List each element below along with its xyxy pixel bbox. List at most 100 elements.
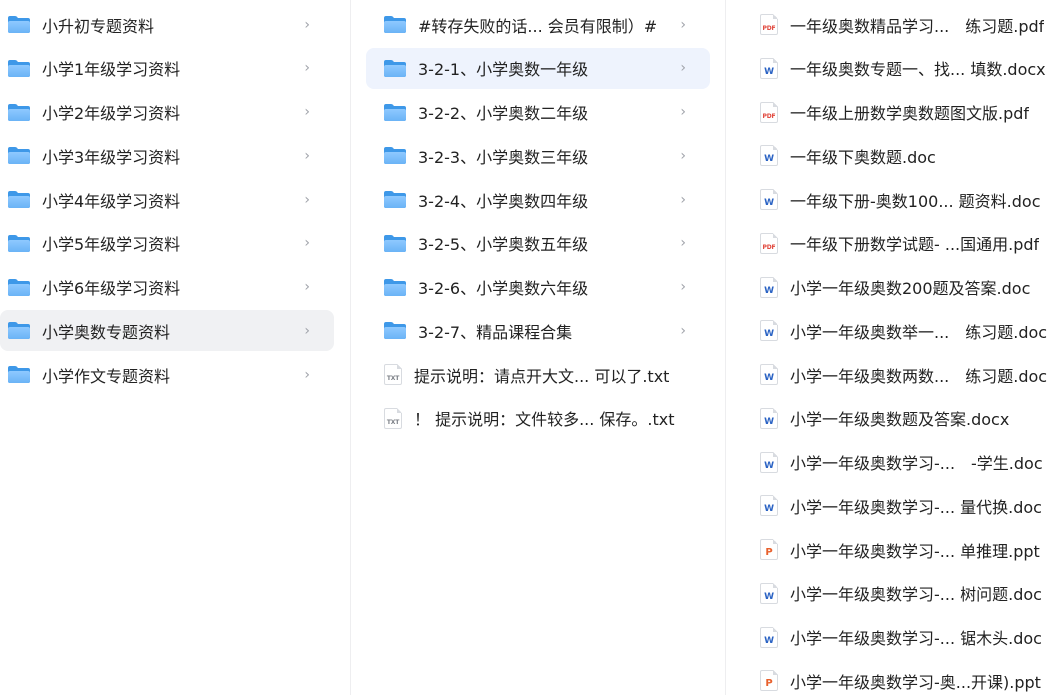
right-file-column: PDF 一年级奥数精品学习... 练习题.pdf W 一年级奥数专题一、找...…: [725, 0, 1060, 695]
file-row[interactable]: W 一年级下册-奥数100... 题资料.doc: [726, 179, 1060, 220]
file-type-tag: TXT: [386, 418, 400, 426]
folder-row-premium-courses[interactable]: 3-2-7、精品课程合集 ›: [366, 310, 710, 351]
file-row[interactable]: PDF 一年级下册数学试题- ...国通用.pdf: [726, 223, 1060, 264]
file-label: 一年级奥数专题一、找... 填数.docx: [790, 60, 1046, 80]
folder-row-olympiad-grade1-selected[interactable]: 3-2-1、小学奥数一年级 ›: [366, 47, 710, 89]
file-label: 小学一年级奥数200题及答案.doc: [790, 279, 1031, 298]
folder-row-olympiad-grade6[interactable]: 3-2-6、小学奥数六年级 ›: [366, 267, 710, 308]
folder-row-grade1[interactable]: 小学1年级学习资料 ›: [0, 48, 334, 89]
folder-label: 小学1年级学习资料: [42, 60, 181, 80]
file-row[interactable]: W 小学一年级奥数举一... 练习题.doc: [726, 310, 1060, 351]
word-file-icon: W: [760, 407, 778, 429]
chevron-right-icon: ›: [304, 322, 310, 339]
file-row[interactable]: W 小学一年级奥数200题及答案.doc: [726, 267, 1060, 308]
file-row[interactable]: P 小学一年级奥数学习-奥...开课).ppt: [726, 660, 1060, 695]
folder-row-olympiad-selected[interactable]: 小学奥数专题资料 ›: [0, 310, 334, 352]
folder-row-grade2[interactable]: 小学2年级学习资料 ›: [0, 92, 334, 133]
word-file-icon: W: [760, 626, 778, 648]
folder-icon: [8, 59, 30, 77]
file-label: 小学一年级奥数学习-奥...开课).ppt: [790, 672, 1041, 692]
file-row[interactable]: PDF 一年级奥数精品学习... 练习题.pdf: [726, 4, 1060, 45]
file-label: 小学一年级奥数学习-... 单推理.ppt: [790, 541, 1040, 561]
folder-row-olympiad-grade4[interactable]: 3-2-4、小学奥数四年级 ›: [366, 179, 710, 220]
folder-row-grade5[interactable]: 小学5年级学习资料 ›: [0, 223, 334, 264]
word-file-icon: W: [760, 145, 778, 167]
right-file-list: PDF 一年级奥数精品学习... 练习题.pdf W 一年级奥数专题一、找...…: [726, 0, 1060, 695]
chevron-right-icon: ›: [304, 60, 310, 77]
folder-row-olympiad-grade2[interactable]: 3-2-2、小学奥数二年级 ›: [366, 92, 710, 133]
file-row[interactable]: W 小学一年级奥数学习-... 量代换.doc: [726, 485, 1060, 526]
file-row[interactable]: W 小学一年级奥数学习-... 锯木头.doc: [726, 617, 1060, 658]
txt-file-icon: TXT: [384, 407, 402, 429]
folder-label: 3-2-2、小学奥数二年级: [418, 104, 589, 123]
word-file-icon: W: [760, 320, 778, 342]
file-label: 小学一年级奥数学习-... 锯木头.doc: [790, 629, 1042, 648]
folder-label: 小学6年级学习资料: [42, 279, 181, 298]
word-file-icon: W: [760, 364, 778, 385]
file-type-tag: W: [764, 416, 774, 427]
chevron-right-icon: ›: [304, 147, 310, 164]
file-row[interactable]: W 小学一年级奥数题及答案.docx: [726, 398, 1060, 439]
file-row-txt-notice-2[interactable]: TXT ！ 提示说明：文件较多... 保存。.txt: [366, 398, 710, 439]
file-row[interactable]: W 小学一年级奥数两数... 练习题.doc: [726, 354, 1060, 395]
chevron-right-icon: ›: [680, 322, 686, 339]
folder-label: 小学3年级学习资料: [42, 147, 181, 167]
ppt-file-icon: P: [760, 670, 778, 692]
file-label: 一年级上册数学奥数题图文版.pdf: [790, 104, 1030, 123]
chevron-right-icon: ›: [680, 235, 686, 252]
file-row[interactable]: W 一年级下奥数题.doc: [726, 135, 1060, 176]
folder-row-olympiad-grade5[interactable]: 3-2-5、小学奥数五年级 ›: [366, 223, 710, 264]
folder-label: #转存失败的话... 会员有限制）#: [418, 16, 658, 36]
folder-label: 小学4年级学习资料: [42, 191, 181, 211]
file-type-tag: W: [764, 285, 774, 296]
file-label: 小学一年级奥数题及答案.docx: [790, 410, 1010, 430]
chevron-right-icon: ›: [680, 147, 686, 164]
file-row[interactable]: PDF 一年级上册数学奥数题图文版.pdf: [726, 92, 1060, 133]
chevron-right-icon: ›: [304, 279, 310, 295]
folder-label: 小升初专题资料: [42, 16, 155, 36]
file-row[interactable]: P 小学一年级奥数学习-... 单推理.ppt: [726, 529, 1060, 570]
pdf-file-icon: PDF: [760, 101, 778, 123]
file-type-tag: W: [764, 591, 774, 602]
folder-label: 小学5年级学习资料: [42, 235, 181, 255]
file-label: 一年级下奥数题.doc: [790, 147, 936, 167]
word-file-icon: W: [760, 276, 778, 298]
file-label: 小学一年级奥数学习-... 量代换.doc: [790, 497, 1042, 517]
folder-icon: [8, 366, 30, 383]
file-label: 一年级下册-奥数100... 题资料.doc: [790, 191, 1041, 211]
chevron-right-icon: ›: [304, 235, 310, 252]
pdf-file-icon: PDF: [760, 232, 778, 254]
chevron-right-icon: ›: [304, 191, 310, 208]
chevron-right-icon: ›: [680, 191, 686, 208]
folder-label: 小学奥数专题资料: [42, 322, 171, 342]
left-folder-list: 小升初专题资料 › 小学1年级学习资料 › 小学2年级学习资料 › 小学3年级学…: [0, 0, 348, 395]
ppt-file-icon: P: [760, 539, 778, 560]
left-folder-column: 小升初专题资料 › 小学1年级学习资料 › 小学2年级学习资料 › 小学3年级学…: [0, 0, 348, 695]
folder-icon: [8, 322, 30, 340]
file-label: 小学一年级奥数学习-... 树问题.doc: [790, 585, 1042, 605]
folder-row-grade6[interactable]: 小学6年级学习资料 ›: [0, 267, 334, 308]
folder-row-olympiad-grade3[interactable]: 3-2-3、小学奥数三年级 ›: [366, 135, 710, 176]
folder-label: 3-2-3、小学奥数三年级: [418, 147, 589, 167]
file-type-tag: PDF: [762, 112, 776, 120]
folder-row-grade4[interactable]: 小学4年级学习资料 ›: [0, 179, 334, 220]
folder-row-grade3[interactable]: 小学3年级学习资料 ›: [0, 135, 334, 176]
chevron-right-icon: ›: [680, 60, 686, 77]
file-row[interactable]: W 一年级奥数专题一、找... 填数.docx: [726, 48, 1060, 89]
file-row[interactable]: W 小学一年级奥数学习-... 树问题.doc: [726, 573, 1060, 614]
chevron-right-icon: ›: [304, 104, 310, 120]
chevron-right-icon: ›: [680, 104, 686, 120]
file-type-tag: W: [764, 329, 774, 340]
file-type-tag: P: [765, 547, 773, 558]
folder-row-transfer-notice[interactable]: #转存失败的话... 会员有限制）# ›: [366, 4, 710, 45]
folder-row-composition[interactable]: 小学作文专题资料 ›: [0, 354, 334, 395]
folder-icon: [8, 191, 30, 208]
file-type-tag: W: [764, 373, 774, 383]
file-type-tag: W: [764, 635, 774, 646]
file-row-txt-notice-1[interactable]: TXT 提示说明：请点开大文... 可以了.txt: [366, 354, 710, 395]
file-label: 一年级下册数学试题- ...国通用.pdf: [790, 235, 1040, 255]
pdf-file-icon: PDF: [760, 14, 778, 35]
folder-icon: [384, 191, 406, 208]
file-row[interactable]: W 小学一年级奥数学习-... -学生.doc: [726, 442, 1060, 483]
folder-row-xiaoshengchu[interactable]: 小升初专题资料 ›: [0, 4, 334, 45]
